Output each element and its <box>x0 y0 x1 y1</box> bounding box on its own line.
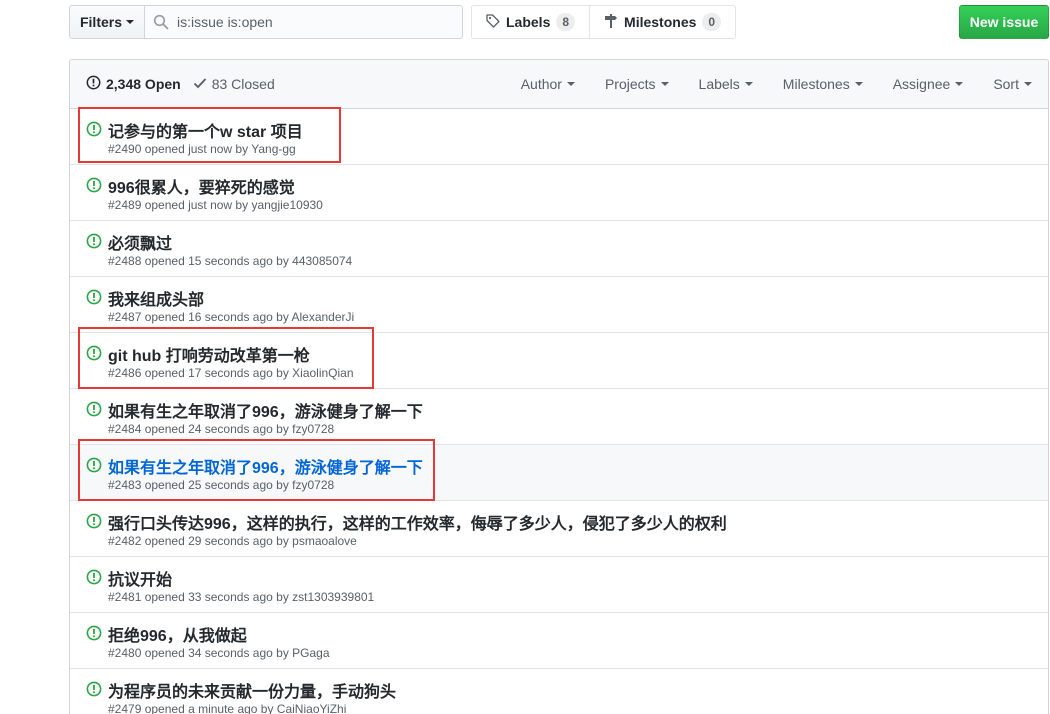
issue-row: git hub 打响劳动改革第一枪 #2486 opened 17 second… <box>70 333 1048 389</box>
filters-dropdown-button[interactable]: Filters <box>69 5 145 39</box>
issue-opened-icon <box>86 177 102 198</box>
issue-opened-icon <box>86 681 102 702</box>
caret-down-icon <box>854 82 863 86</box>
issue-meta: #2490 opened just now by Yang-gg <box>108 142 296 156</box>
milestones-filter[interactable]: Milestones <box>783 76 863 92</box>
issue-row: 我来组成头部 #2487 opened 16 seconds ago by Al… <box>70 277 1048 333</box>
issue-meta: #2483 opened 25 seconds ago by fzy0728 <box>108 478 335 492</box>
issue-meta: #2487 opened 16 seconds ago by Alexander… <box>108 310 355 324</box>
sort-filter-label: Sort <box>993 76 1019 92</box>
issue-row: 抗议开始 #2481 opened 33 seconds ago by zst1… <box>70 557 1048 613</box>
caret-down-icon <box>744 82 753 86</box>
milestones-label: Milestones <box>624 14 697 30</box>
issue-meta: #2481 opened 33 seconds ago by zst130393… <box>108 590 375 604</box>
issue-meta: #2489 opened just now by yangjie10930 <box>108 198 323 212</box>
assignee-filter[interactable]: Assignee <box>893 76 964 92</box>
issue-title-link[interactable]: 996很累人，要猝死的感觉 <box>108 174 295 198</box>
author-filter-label: Author <box>520 76 562 92</box>
issues-list-header: 2,348 Open 83 Closed Author Projects Lab… <box>70 60 1048 109</box>
issue-meta: #2480 opened 34 seconds ago by PGaga <box>108 646 330 660</box>
state-toggle: 2,348 Open 83 Closed <box>86 60 275 108</box>
issue-row: 记参与的第一个w star 项目 #2490 opened just now b… <box>70 109 1048 165</box>
issue-opened-icon <box>86 625 102 646</box>
closed-count-label: 83 Closed <box>211 76 275 92</box>
open-count-label: 2,348 Open <box>106 76 181 92</box>
issue-title-link[interactable]: 如果有生之年取消了996，游泳健身了解一下 <box>108 454 423 478</box>
issue-opened-icon <box>86 513 102 534</box>
issue-opened-icon <box>86 457 102 478</box>
issue-title-link[interactable]: 我来组成头部 <box>108 286 204 310</box>
issue-opened-icon <box>86 289 102 310</box>
issue-row: 996很累人，要猝死的感觉 #2489 opened just now by y… <box>70 165 1048 221</box>
caret-down-icon <box>1024 82 1032 86</box>
projects-filter-label: Projects <box>604 76 656 92</box>
labels-link[interactable]: Labels 8 <box>472 6 589 38</box>
caret-down-icon <box>566 82 575 86</box>
issue-title-link[interactable]: 强行口头传达996，这样的执行，这样的工作效率，侮辱了多少人，侵犯了多少人的权利 <box>108 510 727 534</box>
search-field[interactable] <box>144 5 463 39</box>
issue-meta: #2482 opened 29 seconds ago by psmaoalov… <box>108 534 357 548</box>
issue-meta: #2484 opened 24 seconds ago by fzy0728 <box>108 422 335 436</box>
caret-down-icon <box>126 20 134 24</box>
search-icon <box>153 14 169 30</box>
issue-meta: #2488 opened 15 seconds ago by 443085074 <box>108 254 353 268</box>
projects-filter[interactable]: Projects <box>605 76 669 92</box>
sort-filter[interactable]: Sort <box>993 76 1032 92</box>
issue-title-link[interactable]: git hub 打响劳动改革第一枪 <box>108 342 310 366</box>
labels-filter[interactable]: Labels <box>699 76 753 92</box>
issue-row-hovered: 如果有生之年取消了996，游泳健身了解一下 #2483 opened 25 se… <box>70 445 1048 501</box>
issue-row: 必须飘过 #2488 opened 15 seconds ago by 4430… <box>70 221 1048 277</box>
issue-title-link[interactable]: 必须飘过 <box>108 230 172 254</box>
milestones-count: 0 <box>702 13 722 31</box>
labels-milestones-nav: Labels 8 Milestones 0 <box>471 5 737 39</box>
labels-label: Labels <box>506 14 551 30</box>
author-filter[interactable]: Author <box>521 76 575 92</box>
issues-toolbar: Filters Labels 8 Milestones 0 New issue <box>69 5 1049 39</box>
tag-icon <box>486 13 500 31</box>
closed-issues-tab[interactable]: 83 Closed <box>193 76 275 92</box>
issue-title-link[interactable]: 如果有生之年取消了996，游泳健身了解一下 <box>108 398 423 422</box>
search-input[interactable] <box>177 14 457 30</box>
issue-title-link[interactable]: 为程序员的未来贡献一份力量，手动狗头 <box>108 678 396 702</box>
issue-title-link[interactable]: 记参与的第一个w star 项目 <box>108 118 303 142</box>
issue-meta: #2479 opened a minute ago by CaiNiaoYiZh… <box>108 702 347 714</box>
milestones-link[interactable]: Milestones 0 <box>589 6 735 38</box>
open-issues-tab[interactable]: 2,348 Open <box>86 75 181 93</box>
issue-opened-icon <box>86 233 102 254</box>
issue-title-link[interactable]: 拒绝996，从我做起 <box>108 622 247 646</box>
issue-row: 强行口头传达996，这样的执行，这样的工作效率，侮辱了多少人，侵犯了多少人的权利… <box>70 501 1048 557</box>
issue-rows: 记参与的第一个w star 项目 #2490 opened just now b… <box>70 109 1048 714</box>
filters-label: Filters <box>79 14 122 30</box>
issue-row: 如果有生之年取消了996，游泳健身了解一下 #2484 opened 24 se… <box>70 389 1048 445</box>
issue-row: 拒绝996，从我做起 #2480 opened 34 seconds ago b… <box>70 613 1048 669</box>
milestones-filter-label: Milestones <box>782 76 850 92</box>
issue-opened-icon <box>86 75 101 93</box>
list-filters: Author Projects Labels Milestones Assign… <box>521 60 1032 108</box>
issue-meta: #2486 opened 17 seconds ago by XiaolinQi… <box>108 366 354 380</box>
milestone-icon <box>604 13 618 32</box>
issue-opened-icon <box>86 401 102 422</box>
assignee-filter-label: Assignee <box>892 76 951 92</box>
check-icon <box>193 76 207 92</box>
labels-count: 8 <box>556 13 576 31</box>
caret-down-icon <box>955 82 964 86</box>
issue-row: 为程序员的未来贡献一份力量，手动狗头 #2479 opened a minute… <box>70 669 1048 714</box>
caret-down-icon <box>660 82 669 86</box>
issue-title-link[interactable]: 抗议开始 <box>108 566 172 590</box>
issue-opened-icon <box>86 345 102 366</box>
issue-opened-icon <box>86 569 102 590</box>
labels-filter-label: Labels <box>698 76 740 92</box>
issues-list-box: 2,348 Open 83 Closed Author Projects Lab… <box>69 59 1049 714</box>
new-issue-button[interactable]: New issue <box>959 5 1049 39</box>
issue-opened-icon <box>86 121 102 142</box>
